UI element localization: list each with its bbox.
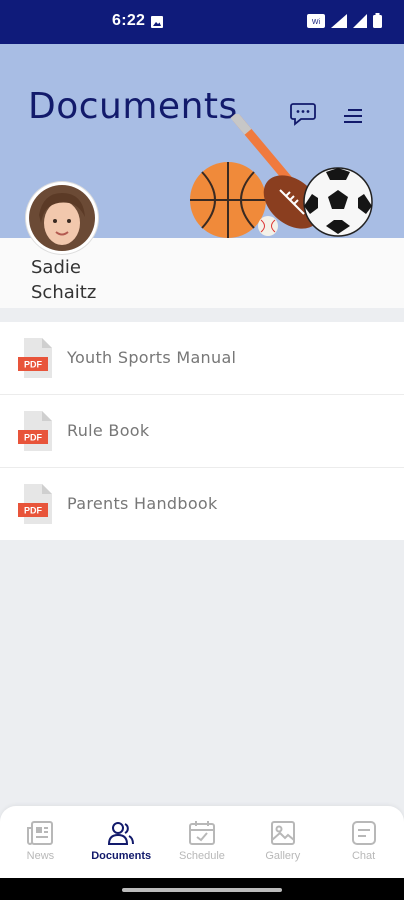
nav-gallery[interactable]: Gallery	[242, 806, 323, 878]
nav-chat[interactable]: Chat	[323, 806, 404, 878]
news-icon	[27, 821, 54, 845]
document-label: Parents Handbook	[67, 494, 218, 513]
documents-icon	[108, 822, 135, 845]
nav-documents[interactable]: Documents	[81, 806, 162, 878]
cell-signal-icon	[353, 13, 367, 28]
system-gesture-bar	[0, 878, 404, 900]
pdf-icon: PDF	[18, 484, 52, 524]
bottom-nav: News Documents Schedule Gallery Chat	[0, 806, 404, 878]
document-item-youth-sports-manual[interactable]: PDF Youth Sports Manual	[0, 322, 404, 395]
nav-schedule[interactable]: Schedule	[162, 806, 243, 878]
nav-label: Chat	[351, 850, 376, 862]
nav-label: News	[26, 850, 55, 862]
profile-name: Sadie Schaitz	[31, 255, 96, 305]
avatar[interactable]	[26, 182, 98, 254]
status-time: 6:22	[112, 12, 146, 29]
nav-label: Documents	[91, 850, 152, 862]
wifi-signal-icon	[331, 13, 347, 28]
schedule-icon	[188, 821, 215, 845]
document-item-rule-book[interactable]: PDF Rule Book	[0, 395, 404, 468]
document-list: PDF Youth Sports Manual PDF Rule Book PD…	[0, 322, 404, 540]
sports-balls-illustration	[190, 114, 373, 238]
profile-first-name: Sadie	[31, 257, 81, 278]
avatar-photo	[29, 185, 95, 251]
gallery-icon	[270, 821, 295, 845]
svg-text:PDF: PDF	[24, 506, 43, 516]
svg-text:PDF: PDF	[24, 360, 43, 370]
nav-news[interactable]: News	[0, 806, 81, 878]
profile-last-name: Schaitz	[31, 282, 97, 303]
svg-text:PDF: PDF	[24, 433, 43, 443]
nav-label: Gallery	[265, 850, 301, 862]
vowifi-icon: Wi	[307, 13, 325, 28]
document-label: Rule Book	[67, 421, 150, 440]
home-gesture-handle[interactable]	[122, 888, 282, 892]
nav-label: Schedule	[179, 850, 225, 862]
document-label: Youth Sports Manual	[67, 348, 237, 367]
svg-text:Wi: Wi	[312, 19, 321, 26]
status-bar: 6:22 Wi	[0, 0, 404, 44]
chat-icon	[351, 821, 376, 845]
pdf-icon: PDF	[18, 338, 52, 378]
document-item-parents-handbook[interactable]: PDF Parents Handbook	[0, 468, 404, 540]
avatar-portrait-icon	[29, 185, 95, 251]
pdf-icon: PDF	[18, 411, 52, 451]
battery-icon	[373, 13, 382, 28]
image-notification-icon	[151, 16, 163, 28]
